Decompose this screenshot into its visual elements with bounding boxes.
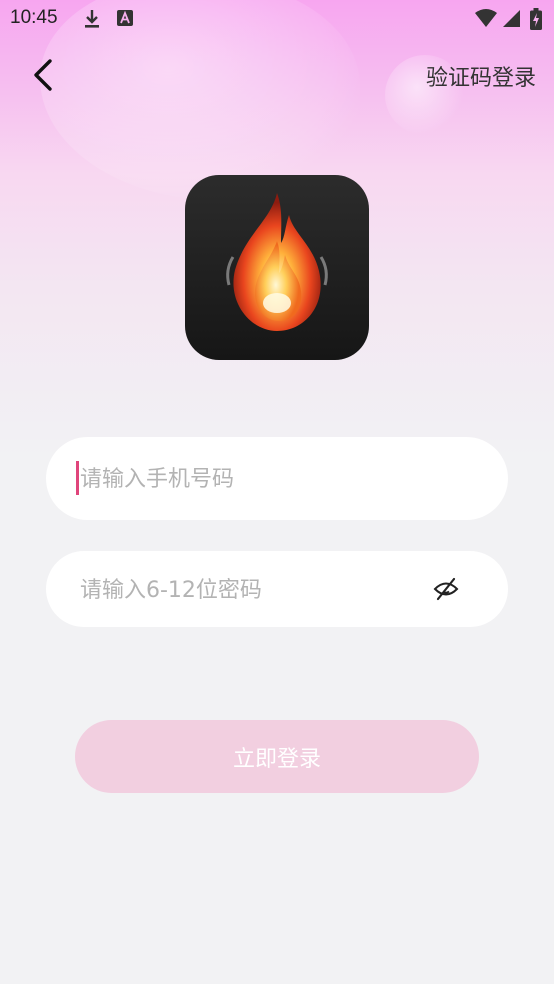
password-field[interactable] (46, 551, 508, 629)
text-a-icon (117, 10, 133, 26)
phone-input[interactable] (78, 437, 422, 522)
back-button[interactable] (26, 56, 62, 96)
wifi-icon (475, 9, 497, 27)
status-time: 10:45 (10, 7, 58, 28)
status-bar: 10:45 (0, 0, 554, 36)
battery-charging-icon (530, 8, 542, 30)
download-icon (85, 10, 99, 28)
flame-drop-icon (226, 193, 328, 331)
password-input[interactable] (78, 551, 422, 629)
eye-off-icon[interactable] (432, 575, 460, 603)
app-logo (185, 175, 369, 360)
signal-icon (503, 10, 520, 27)
phone-field[interactable] (46, 437, 508, 522)
login-button[interactable]: 立即登录 (75, 720, 479, 793)
chevron-left-icon (34, 59, 52, 91)
sms-login-link[interactable]: 验证码登录 (426, 60, 536, 92)
